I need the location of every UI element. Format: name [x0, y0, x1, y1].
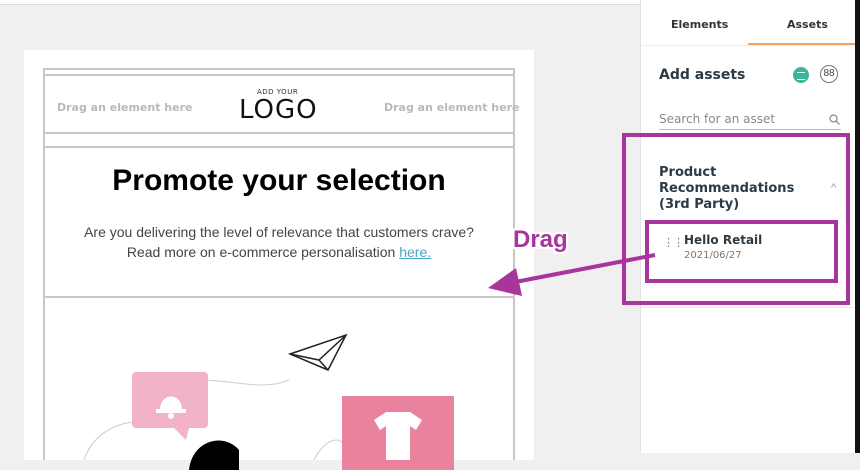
- body-line-2: Read more on e-commerce personalisation …: [24, 242, 534, 262]
- headline[interactable]: Promote your selection: [24, 164, 534, 198]
- divider: [43, 74, 515, 76]
- divider: [43, 296, 515, 298]
- body-line-2-text: Read more on e-commerce personalisation: [126, 244, 400, 260]
- tab-assets[interactable]: Assets: [787, 18, 828, 31]
- body-text[interactable]: Are you delivering the level of relevanc…: [24, 222, 534, 262]
- paper-plane-icon: [287, 333, 348, 371]
- divider: [43, 146, 515, 148]
- panel-divider: [641, 307, 856, 308]
- drag-annotation-label: Drag: [513, 226, 568, 253]
- email-canvas: Drag an element here ADD YOUR LOGO Drag …: [24, 50, 534, 470]
- tabs-border: [641, 45, 856, 46]
- active-tab-indicator: [748, 43, 856, 45]
- illustration[interactable]: [24, 310, 534, 470]
- search-icon[interactable]: [829, 114, 840, 128]
- list-view-icon[interactable]: [793, 67, 809, 83]
- bell-bubble-icon: [132, 372, 208, 440]
- drop-slot-right[interactable]: Drag an element here: [384, 101, 519, 114]
- tab-elements[interactable]: Elements: [671, 18, 728, 31]
- here-link[interactable]: here.: [399, 244, 431, 260]
- highlight-box-asset: [645, 220, 838, 283]
- top-bar: [0, 0, 640, 5]
- grid-view-icon[interactable]: 88: [820, 65, 838, 83]
- body-line-1: Are you delivering the level of relevanc…: [84, 224, 474, 240]
- window-edge: [855, 0, 860, 453]
- divider: [43, 132, 515, 134]
- search-input[interactable]: [659, 109, 841, 130]
- tshirt-card-icon: [342, 396, 454, 470]
- divider: [43, 68, 515, 70]
- add-assets-title: Add assets: [659, 67, 746, 83]
- drop-slot-left[interactable]: Drag an element here: [57, 101, 192, 114]
- logo[interactable]: LOGO: [239, 95, 318, 125]
